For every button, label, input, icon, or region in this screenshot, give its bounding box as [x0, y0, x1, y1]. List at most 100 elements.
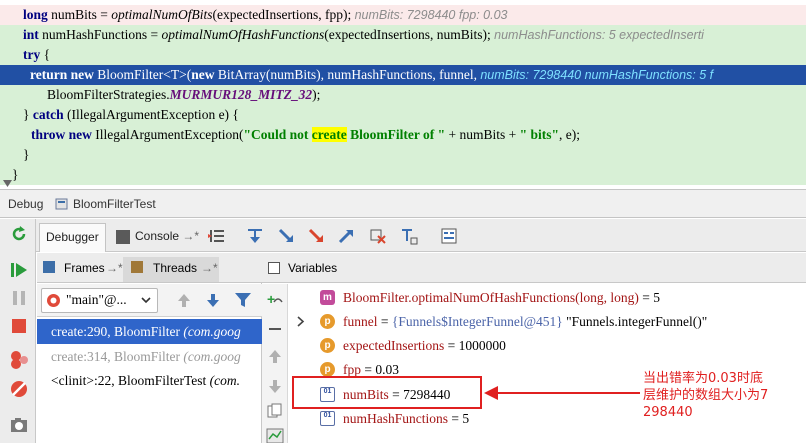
svg-text:+: +	[267, 291, 275, 307]
variable-name: expectedInsertions	[343, 338, 445, 353]
code-token: catch	[32, 107, 67, 122]
code-token: int	[23, 27, 43, 42]
variable-row[interactable]: p funnel = {Funnels$IntegerFunnel@451} "F…	[288, 310, 806, 333]
debug-side-toolbar	[0, 219, 36, 443]
thread-status-icon	[46, 293, 61, 308]
thread-selector-value: "main"@...	[66, 292, 127, 307]
code-line[interactable]: BloomFilterStrategies.MURMUR128_MITZ_32)…	[0, 85, 806, 105]
code-token: );	[312, 87, 321, 102]
variable-row[interactable]: p expectedInsertions = 1000000	[288, 334, 806, 357]
variable-value: 1000000	[458, 338, 506, 353]
tab-debugger[interactable]: Debugger	[39, 223, 106, 252]
frame-package: (com.	[209, 373, 241, 388]
highlight-box	[292, 376, 482, 409]
code-line[interactable]: }	[0, 145, 806, 165]
stop-icon[interactable]	[9, 316, 29, 336]
variables-side-toolbar: +	[262, 284, 288, 443]
variable-text: BloomFilter.optimalNumOfHashFunctions(lo…	[343, 286, 660, 309]
variables-panel-header: Variables	[262, 253, 806, 283]
variable-equals: =	[448, 411, 463, 426]
mute-breakpoints-icon[interactable]	[9, 379, 29, 399]
inline-debug-value: numHashFunctions: 5 expectedInserti	[494, 28, 704, 42]
code-token: {	[40, 47, 51, 62]
code-token: try	[23, 47, 41, 62]
tab-console-label: Console	[135, 229, 180, 243]
variable-name: fpp	[343, 362, 361, 377]
frame-row[interactable]: create:314, BloomFilter (com.goog	[37, 344, 262, 369]
pause-icon[interactable]	[9, 288, 29, 308]
move-up-icon[interactable]	[267, 348, 283, 364]
frame-row[interactable]: create:290, BloomFilter (com.goog	[37, 319, 262, 344]
remove-watch-icon[interactable]	[266, 320, 284, 338]
step-over-icon[interactable]	[246, 227, 264, 245]
method-return-icon: m	[320, 290, 335, 305]
code-line[interactable]: return new BloomFilter<T>(new BitArray(n…	[0, 65, 806, 85]
move-down-icon[interactable]	[267, 378, 283, 394]
code-line[interactable]: try {	[0, 45, 806, 65]
drop-frame-icon[interactable]	[369, 227, 387, 245]
annotation-note: 当出错率为0.03时底 层维护的数组大小为7 298440	[643, 370, 803, 421]
camera-icon[interactable]	[9, 415, 29, 435]
variable-row[interactable]: m BloomFilter.optimalNumOfHashFunctions(l…	[288, 286, 806, 309]
variable-name: funnel	[343, 314, 378, 329]
evaluate-expression-icon[interactable]	[440, 227, 458, 245]
run-config-name[interactable]: BloomFilterTest	[73, 197, 156, 211]
variable-equals: =	[361, 362, 376, 377]
debug-label: Debug	[8, 197, 44, 211]
local-variable-icon: 01	[320, 411, 335, 426]
breakpoint-gutter-marker[interactable]	[3, 177, 12, 187]
rerun-icon[interactable]	[9, 224, 29, 244]
code-token: numBits =	[51, 7, 112, 22]
code-token: }	[23, 107, 33, 122]
code-editor[interactable]: long numBits = optimalNumOfBits(expected…	[0, 0, 806, 189]
code-token: throw new	[31, 127, 96, 142]
inline-debug-value: numBits: 7298440 numHashFunctions: 5 f	[480, 68, 714, 82]
step-out-icon[interactable]	[337, 227, 355, 245]
view-breakpoints-icon[interactable]	[9, 350, 29, 370]
debugger-tabs-toolbar: Debugger Console →*	[36, 219, 806, 252]
filter-icon[interactable]	[234, 291, 252, 309]
code-token: BloomFilter of "	[346, 127, 449, 142]
variables-icon	[268, 262, 280, 274]
frames-panel-header: Frames →* Threads →*	[37, 253, 262, 283]
code-line[interactable]: int numHashFunctions = optimalNumOfHashF…	[0, 25, 806, 45]
tab-threads[interactable]: Threads →*	[123, 257, 219, 282]
show-execution-point-icon[interactable]	[208, 227, 226, 245]
code-token: + numBits +	[448, 127, 520, 142]
code-line[interactable]: } catch (IllegalArgumentException e) {	[0, 105, 806, 125]
code-token: BitArray(numBits), numHashFunctions, fun…	[217, 67, 481, 82]
tab-frames[interactable]: Frames	[64, 261, 105, 275]
run-to-cursor-icon[interactable]	[400, 227, 418, 245]
variable-value: 5	[462, 411, 470, 426]
tab-frames-pin[interactable]: →*	[106, 261, 123, 275]
frame-method: create:290, BloomFilter	[51, 324, 184, 339]
tab-console[interactable]: Console →*	[110, 223, 205, 252]
tab-threads-label: Threads	[153, 261, 198, 275]
force-step-into-icon[interactable]	[307, 227, 325, 245]
variables-title: Variables	[288, 261, 338, 275]
code-line[interactable]: }	[0, 165, 806, 185]
inline-debug-value: numBits: 7298440 fpp: 0.03	[354, 8, 508, 22]
frame-package: (com.goog	[183, 324, 241, 339]
resume-icon[interactable]	[9, 260, 29, 280]
frame-package: (com.goog	[183, 349, 241, 364]
previous-frame-icon[interactable]	[176, 291, 192, 309]
copy-icon[interactable]	[267, 403, 283, 419]
step-into-icon[interactable]	[277, 227, 295, 245]
show-chart-icon[interactable]	[266, 427, 284, 443]
parameter-icon: p	[320, 338, 335, 353]
code-token: BloomFilterStrategies.	[47, 87, 170, 102]
variable-name: numHashFunctions	[343, 411, 449, 426]
code-line[interactable]: long numBits = optimalNumOfBits(expected…	[0, 5, 806, 25]
code-token: }	[12, 167, 19, 182]
code-token: return new	[30, 67, 98, 82]
next-frame-icon[interactable]	[205, 291, 221, 309]
code-line[interactable]: throw new IllegalArgumentException("Coul…	[0, 125, 806, 145]
new-watch-icon[interactable]: +	[266, 290, 284, 308]
code-token: create	[311, 127, 347, 142]
code-token: (expectedInsertions, fpp);	[212, 7, 355, 22]
thread-selector[interactable]: "main"@...	[41, 288, 158, 313]
frame-row[interactable]: <clinit>:22, BloomFilterTest (com.	[37, 368, 262, 393]
variable-value: {Funnels$IntegerFunnel@451}	[391, 314, 563, 329]
code-token: MURMUR128_MITZ_32	[169, 87, 313, 102]
